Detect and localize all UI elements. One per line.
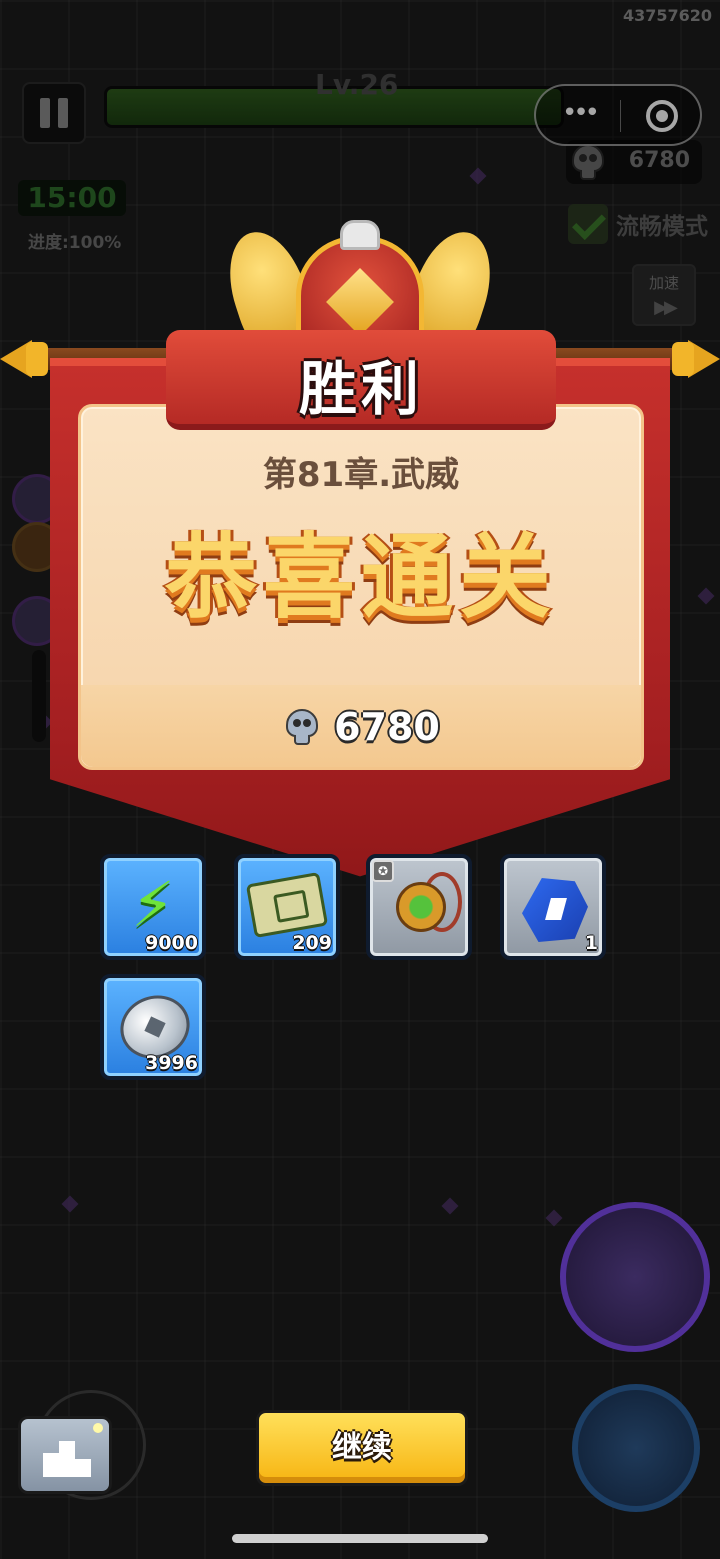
chapter-title: 第81章.武威 [262,455,460,495]
congrats-text: 恭喜通关 [164,524,557,631]
reward-strip: 6780 [81,685,641,767]
item-count: 209 [292,932,332,954]
reward-item-gem[interactable]: 1 [500,854,606,960]
reward-item-scroll[interactable]: 209 [234,854,340,960]
item-count: 9000 [145,932,198,954]
result-panel: 第81章.武威 恭喜通关 6780 [78,404,644,770]
skill-lightning-icon[interactable] [572,1384,700,1512]
medal-badge-icon: ✪ [372,860,394,882]
lightning-icon: ⚡ [131,868,175,941]
continue-button[interactable]: 继续 [256,1410,468,1486]
item-count: 1 [584,932,598,954]
skull-icon [282,707,322,747]
reward-item-coin[interactable]: 3996 [100,974,206,1080]
home-indicator[interactable] [232,1534,488,1543]
item-count: 3996 [145,1052,198,1074]
helmet-crest [340,220,380,250]
victory-title: 胜利 [298,355,423,423]
skill-dragon-icon[interactable] [560,1202,710,1352]
reward-item-amulet[interactable]: ✪ [366,854,472,960]
reward-row: 6780 [81,705,641,749]
amulet-icon [396,882,446,932]
reward-value: 6780 [334,705,440,749]
ranking-button[interactable] [18,1416,112,1494]
podium-icon [43,1453,59,1477]
podium-icon-bar [59,1441,75,1477]
notification-dot [93,1423,103,1433]
podium-icon-bar [75,1459,91,1477]
rod-knob [26,342,48,376]
scroll-icon [245,871,329,939]
blue-gem-icon [522,878,588,942]
rod-knob [672,342,694,376]
victory-ribbon: 胜利 [166,330,556,430]
reward-item-energy[interactable]: ⚡ 9000 [100,854,206,960]
